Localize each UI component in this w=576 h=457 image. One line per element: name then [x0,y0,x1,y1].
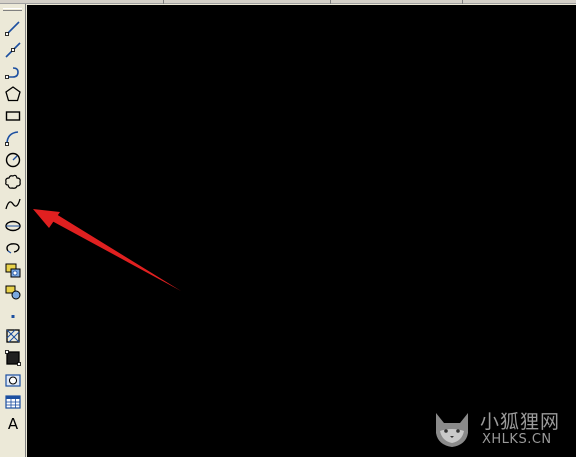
point-tool[interactable] [2,303,24,325]
cad-application-window: A 小狐狸网 XHLKS.CN [0,0,576,457]
draw-toolbar: A [0,4,26,457]
hatch-icon [6,329,20,343]
toolbar-separator [330,0,331,4]
polyline-tool[interactable] [2,61,24,83]
gradient-tool[interactable] [2,347,24,369]
spline-icon [5,198,21,210]
toolbar-grip[interactable] [3,8,22,11]
ellipse-tool[interactable] [2,215,24,237]
table-tool[interactable] [2,391,24,413]
top-toolbar-strip [0,0,576,4]
toolbar-separator [462,0,463,4]
gradient-icon [5,350,21,366]
circle-tool[interactable] [2,149,24,171]
spline-tool[interactable] [2,193,24,215]
arc-tool[interactable] [2,127,24,149]
insert-block-tool[interactable] [2,259,24,281]
construction-line-tool[interactable] [2,39,24,61]
watermark: 小狐狸网 XHLKS.CN [430,405,570,451]
insert-block-icon [5,263,21,278]
multiline-text-tool[interactable]: A [2,413,24,435]
line-tool[interactable] [2,17,24,39]
hatch-tool[interactable] [2,325,24,347]
revision-cloud-icon [5,174,21,189]
line-icon [5,21,20,36]
text-icon: A [7,415,19,433]
polyline-icon [5,67,19,79]
ellipse-icon [5,220,21,232]
revision-cloud-tool[interactable] [2,171,24,193]
ellipse-arc-tool[interactable] [2,237,24,259]
construction-line-icon [5,42,21,58]
watermark-text-cn: 小狐狸网 [480,411,561,433]
ellipse-arc-icon [6,243,20,254]
region-icon [5,374,21,387]
polygon-tool[interactable] [2,83,24,105]
toolbar-separator [163,0,164,4]
make-block-icon [5,285,21,300]
circle-icon [5,152,21,168]
rectangle-icon [5,111,21,121]
make-block-tool[interactable] [2,281,24,303]
table-icon [5,395,21,409]
point-icon [11,315,15,318]
fox-logo-icon [436,413,468,447]
rectangle-tool[interactable] [2,105,24,127]
region-tool[interactable] [2,369,24,391]
arc-icon [5,131,19,146]
drawing-canvas[interactable] [27,5,576,457]
watermark-text-en: XHLKS.CN [482,432,552,447]
polygon-icon [5,86,21,102]
